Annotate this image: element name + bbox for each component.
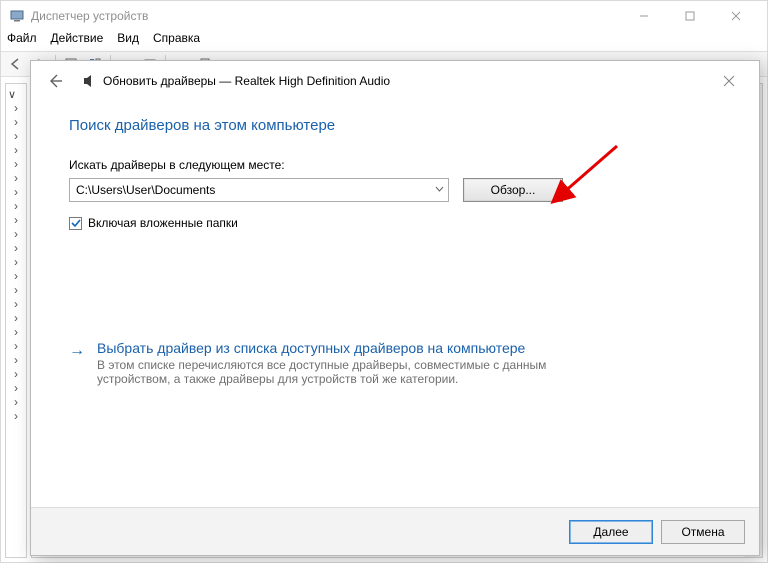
include-subfolders-label: Включая вложенные папки	[88, 216, 238, 230]
nav-back-icon[interactable]	[7, 55, 25, 73]
pick-from-list-desc: В этом списке перечисляются все доступны…	[97, 358, 577, 386]
include-subfolders-checkbox[interactable]	[69, 217, 82, 230]
dialog-heading: Поиск драйверов на этом компьютере	[69, 117, 721, 134]
menu-view[interactable]: Вид	[117, 31, 139, 51]
pick-from-list-title: Выбрать драйвер из списка доступных драй…	[97, 340, 577, 356]
dialog-title: Обновить драйверы — Realtek High Definit…	[103, 74, 709, 88]
cancel-button-label: Отмена	[681, 525, 724, 539]
driver-path-combobox[interactable]: C:\Users\User\Documents	[69, 178, 449, 202]
parent-window-controls	[621, 1, 759, 31]
parent-menubar: Файл Действие Вид Справка	[1, 31, 767, 51]
dialog-back-button[interactable]	[41, 67, 69, 95]
browse-button-label: Обзор...	[491, 183, 536, 197]
update-driver-dialog: Обновить драйверы — Realtek High Definit…	[30, 60, 760, 556]
chevron-down-icon[interactable]	[435, 183, 444, 197]
close-button[interactable]	[713, 1, 759, 31]
next-button[interactable]: Далее	[569, 520, 653, 544]
device-tree[interactable]: ∨ ›››››››››››››››››››››››	[5, 83, 27, 558]
arrow-right-icon: →	[69, 340, 87, 386]
minimize-button[interactable]	[621, 1, 667, 31]
next-button-label: Далее	[593, 525, 628, 539]
dialog-body: Поиск драйверов на этом компьютере Искат…	[31, 101, 759, 507]
parent-window-title: Диспетчер устройств	[31, 9, 621, 23]
include-subfolders-row[interactable]: Включая вложенные папки	[69, 216, 721, 230]
dialog-header: Обновить драйверы — Realtek High Definit…	[31, 61, 759, 101]
dialog-footer: Далее Отмена	[31, 507, 759, 555]
driver-path-value: C:\Users\User\Documents	[76, 183, 215, 197]
menu-action[interactable]: Действие	[51, 31, 104, 51]
audio-device-icon	[81, 73, 97, 89]
browse-button[interactable]: Обзор...	[463, 178, 563, 202]
cancel-button[interactable]: Отмена	[661, 520, 745, 544]
device-manager-app-icon	[9, 8, 25, 24]
maximize-button[interactable]	[667, 1, 713, 31]
pick-from-list-option[interactable]: → Выбрать драйвер из списка доступных др…	[69, 340, 721, 386]
menu-help[interactable]: Справка	[153, 31, 200, 51]
dialog-close-button[interactable]	[709, 67, 749, 95]
search-location-label: Искать драйверы в следующем месте:	[69, 158, 721, 172]
menu-file[interactable]: Файл	[7, 31, 37, 51]
parent-titlebar: Диспетчер устройств	[1, 1, 767, 31]
